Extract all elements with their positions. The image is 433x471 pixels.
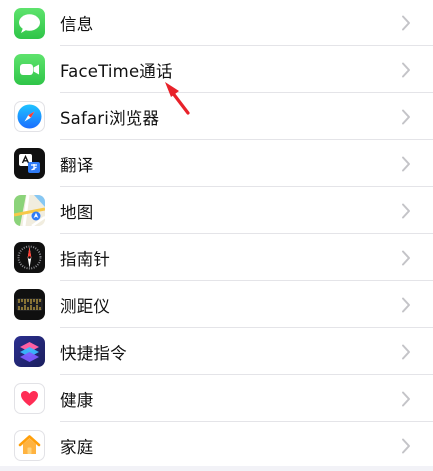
settings-row-maps[interactable]: 地图 <box>0 187 433 234</box>
health-icon <box>14 383 45 414</box>
maps-icon <box>14 195 45 226</box>
settings-row-measure[interactable]: 测距仪 <box>0 281 433 328</box>
settings-row-facetime[interactable]: FaceTime通话 <box>0 46 433 93</box>
settings-row-shortcuts[interactable]: 快捷指令 <box>0 328 433 375</box>
chevron-right-icon <box>402 109 410 124</box>
settings-row-label: 家庭 <box>60 437 94 457</box>
chevron-right-icon <box>402 438 410 453</box>
chevron-right-icon <box>402 15 410 31</box>
chevron-right-icon <box>402 62 410 77</box>
chevron-right-icon <box>402 203 410 218</box>
compass-icon <box>14 242 45 273</box>
chevron-right-icon <box>402 391 410 406</box>
translate-icon <box>14 148 45 179</box>
settings-row-label: 快捷指令 <box>60 343 127 363</box>
settings-row-home[interactable]: 家庭 <box>0 422 433 469</box>
settings-row-messages[interactable]: 信息 <box>0 0 433 46</box>
settings-row-label: 测距仪 <box>60 296 111 316</box>
chevron-right-icon <box>402 344 410 359</box>
settings-row-label: 地图 <box>60 202 94 222</box>
chevron-right-icon <box>402 297 410 312</box>
settings-list: 信息 FaceTime通话 Safari浏览器 翻译 地图 指南针 测距仪 快捷… <box>0 0 433 469</box>
measure-icon <box>14 289 45 320</box>
settings-row-label: 翻译 <box>60 155 94 175</box>
settings-row-health[interactable]: 健康 <box>0 375 433 422</box>
settings-row-translate[interactable]: 翻译 <box>0 140 433 187</box>
settings-row-label: 信息 <box>60 15 94 34</box>
settings-row-safari[interactable]: Safari浏览器 <box>0 93 433 140</box>
facetime-icon <box>14 54 45 85</box>
settings-row-label: FaceTime通话 <box>60 61 173 81</box>
chevron-right-icon <box>402 250 410 265</box>
chevron-right-icon <box>402 156 410 171</box>
settings-row-label: 健康 <box>60 390 94 410</box>
safari-icon <box>14 101 45 132</box>
bottom-background-strip <box>0 466 433 471</box>
settings-row-compass[interactable]: 指南针 <box>0 234 433 281</box>
settings-row-label: Safari浏览器 <box>60 108 160 128</box>
shortcuts-icon <box>14 336 45 367</box>
settings-row-label: 指南针 <box>60 249 111 269</box>
messages-icon <box>14 7 45 39</box>
home-icon <box>14 430 45 461</box>
